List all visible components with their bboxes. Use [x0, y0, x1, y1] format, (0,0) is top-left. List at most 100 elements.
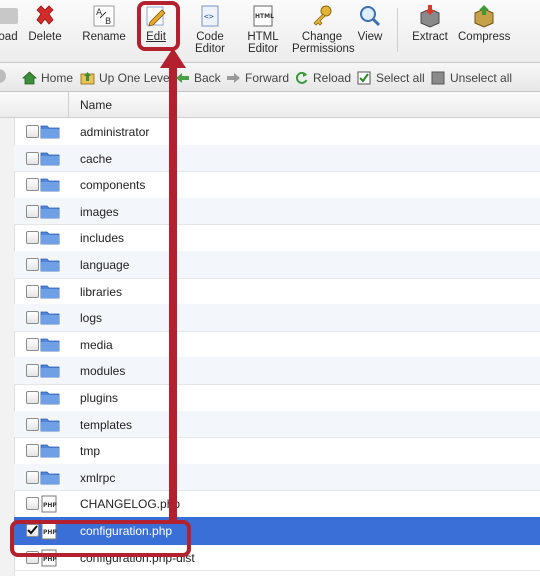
html-editor-label-1: HTML — [247, 31, 279, 43]
delete-label: Delete — [28, 31, 62, 43]
file-name[interactable]: xmlrpc — [80, 471, 115, 485]
file-name[interactable]: libraries — [80, 285, 122, 299]
unselect-all-link[interactable]: Unselect all — [431, 70, 512, 86]
table-row[interactable]: administrator — [14, 118, 540, 146]
file-name[interactable]: includes — [80, 231, 124, 245]
folder-icon — [40, 309, 60, 328]
row-checkbox[interactable] — [26, 524, 39, 537]
upload-button[interactable]: oad — [0, 4, 20, 43]
file-table: Name administrator cache components images i… — [0, 92, 540, 576]
svg-text:HTML: HTML — [255, 13, 274, 20]
select-all-link[interactable]: Select all — [357, 70, 425, 86]
table-row[interactable]: components — [14, 171, 540, 199]
table-row[interactable]: PHP CHANGELOG.php — [14, 490, 540, 518]
left-pane-edge — [0, 92, 15, 576]
table-row[interactable]: modules — [14, 357, 540, 385]
svg-text:B: B — [105, 17, 111, 27]
file-name[interactable]: modules — [80, 364, 125, 378]
folder-icon — [40, 176, 60, 195]
folder-icon — [40, 256, 60, 275]
change-permissions-label-1: Change — [301, 31, 343, 43]
edit-button[interactable]: Edit — [143, 4, 169, 43]
file-name[interactable]: language — [80, 258, 129, 272]
table-row[interactable]: PHP configuration.php-dist — [14, 544, 540, 572]
change-permissions-label-2: Permissions — [292, 43, 355, 55]
collapse-handle[interactable] — [0, 69, 6, 83]
table-row[interactable]: cache — [14, 144, 540, 173]
reload-link[interactable]: Reload — [294, 70, 351, 86]
file-name[interactable]: configuration.php-dist — [80, 551, 195, 565]
code-editor-label-2: Editor — [194, 43, 226, 55]
table-row[interactable]: libraries — [14, 278, 540, 306]
home-link[interactable]: Home — [22, 70, 73, 86]
table-row[interactable]: includes — [14, 224, 540, 252]
reload-label: Reload — [313, 71, 352, 85]
row-checkbox[interactable] — [26, 284, 39, 298]
file-name[interactable]: logs — [80, 311, 102, 325]
home-label: Home — [41, 71, 74, 85]
home-icon — [22, 71, 37, 85]
unselect-all-label: Unselect all — [450, 71, 513, 85]
file-name[interactable]: images — [80, 205, 119, 219]
file-name[interactable]: templates — [80, 418, 132, 432]
compress-box-icon — [474, 5, 494, 28]
table-row[interactable]: PHP configuration.php — [14, 517, 540, 545]
row-checkbox[interactable] — [26, 364, 39, 378]
forward-link[interactable]: Forward — [226, 70, 289, 86]
file-name[interactable]: tmp — [80, 444, 100, 458]
table-row[interactable]: templates — [14, 410, 540, 439]
table-row[interactable]: images — [14, 197, 540, 226]
folder-icon — [40, 229, 60, 248]
table-row[interactable]: xmlrpc — [14, 463, 540, 492]
extract-button[interactable]: Extract — [410, 4, 450, 43]
row-checkbox[interactable] — [26, 391, 39, 404]
file-name[interactable]: components — [80, 178, 145, 192]
row-checkbox[interactable] — [26, 311, 39, 325]
row-checkbox[interactable] — [26, 470, 39, 484]
table-row[interactable]: plugins — [14, 384, 540, 412]
folder-icon — [40, 362, 60, 381]
table-row[interactable]: tmp — [14, 437, 540, 465]
folder-icon — [40, 203, 60, 222]
row-checkbox[interactable] — [26, 258, 39, 271]
table-row[interactable]: media — [14, 331, 540, 359]
html-editor-icon: HTML — [253, 5, 274, 27]
row-checkbox[interactable] — [26, 204, 39, 218]
name-column-header[interactable]: Name — [80, 98, 112, 112]
table-row[interactable]: language — [14, 251, 540, 279]
row-checkbox[interactable] — [26, 337, 39, 351]
file-name[interactable]: plugins — [80, 391, 118, 405]
file-name[interactable]: configuration.php — [80, 524, 172, 538]
delete-button[interactable]: Delete — [28, 4, 62, 43]
row-checkbox[interactable] — [26, 417, 39, 431]
view-button[interactable]: View — [356, 4, 384, 43]
file-name[interactable]: cache — [80, 152, 112, 166]
html-editor-button[interactable]: HTML HTML Editor — [244, 4, 282, 55]
row-checkbox[interactable] — [26, 231, 39, 245]
code-editor-icon: <> — [201, 5, 219, 27]
rename-button[interactable]: A B Rename — [82, 4, 126, 43]
change-permissions-button[interactable]: Change Permissions — [292, 4, 355, 55]
file-name[interactable]: administrator — [80, 125, 149, 139]
row-checkbox[interactable] — [26, 151, 39, 165]
row-checkbox[interactable] — [26, 444, 39, 458]
row-checkbox[interactable] — [26, 125, 39, 138]
forward-arrow-icon — [227, 73, 240, 83]
compress-button[interactable]: Compress — [458, 4, 510, 43]
key-icon — [313, 5, 332, 26]
row-checkbox[interactable] — [26, 550, 39, 564]
up-folder-icon — [80, 72, 95, 85]
html-editor-label-2: Editor — [247, 43, 279, 55]
svg-text:PHP: PHP — [43, 529, 57, 536]
toolbar: oad Delete A B Rename Edit <> Code Edito… — [0, 0, 540, 63]
code-editor-button[interactable]: <> Code Editor — [192, 4, 228, 55]
svg-text:<>: <> — [204, 12, 214, 21]
delete-x-icon — [36, 5, 54, 25]
row-checkbox[interactable] — [26, 178, 39, 192]
row-checkbox[interactable] — [26, 497, 39, 511]
magnifier-icon — [360, 6, 381, 27]
compress-label: Compress — [458, 31, 511, 43]
table-row[interactable]: logs — [14, 304, 540, 332]
rename-label: Rename — [82, 31, 126, 43]
file-name[interactable]: media — [80, 338, 113, 352]
